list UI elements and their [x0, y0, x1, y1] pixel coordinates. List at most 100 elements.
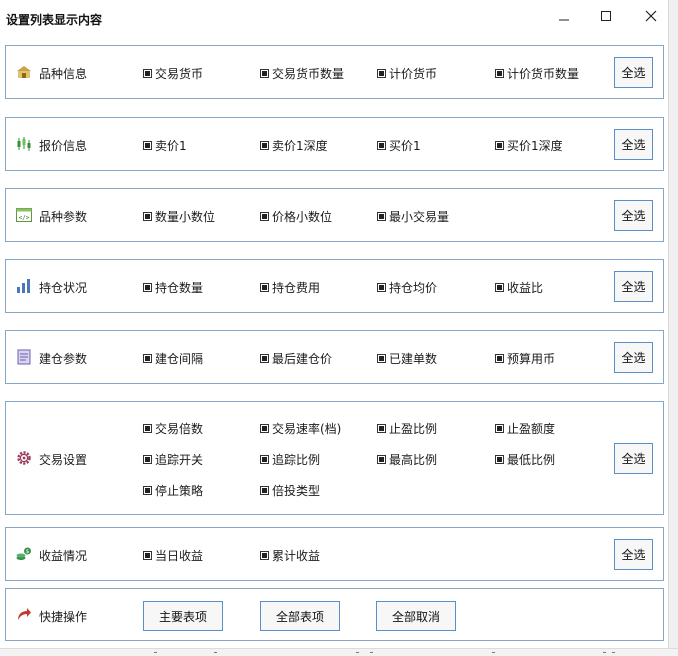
checkbox-checked-icon[interactable] — [143, 455, 152, 464]
checkbox-trade-0-1[interactable]: 交易速率(档) — [260, 420, 341, 437]
checkbox-label: 买价1深度 — [507, 139, 563, 153]
checkbox-checked-icon[interactable] — [143, 212, 152, 221]
group-label-quote: 报价信息 — [39, 139, 88, 153]
checkbox-checked-icon[interactable] — [495, 283, 504, 292]
checkbox-checked-icon[interactable] — [260, 283, 269, 292]
group-trade: 交易设置 交易倍数 交易速率(档) 止盈比例 止盈额度追踪开关 追踪比例 最高比例 最低比例停… — [5, 401, 664, 515]
checkbox-build-0-1[interactable]: 最后建仓价 — [260, 350, 332, 367]
checkbox-checked-icon[interactable] — [495, 455, 504, 464]
checkbox-position-0-2[interactable]: 持仓均价 — [377, 279, 437, 296]
close-icon — [645, 10, 657, 22]
checkbox-params-0-2[interactable]: 最小交易量 — [377, 208, 449, 225]
bar-chart-icon — [17, 279, 30, 293]
checkbox-trade-0-2[interactable]: 止盈比例 — [377, 420, 437, 437]
checkbox-trade-1-3[interactable]: 最低比例 — [495, 451, 555, 468]
checkbox-label: 交易倍数 — [155, 422, 204, 436]
checkbox-params-0-1[interactable]: 价格小数位 — [260, 208, 332, 225]
checkbox-quote-0-3[interactable]: 买价1深度 — [495, 137, 563, 154]
minimize-button[interactable] — [550, 6, 578, 26]
group-label-params: 品种参数 — [39, 210, 88, 224]
select-all-button-trade[interactable]: 全选 — [614, 443, 653, 474]
checkbox-quote-0-0[interactable]: 卖价1 — [143, 137, 187, 154]
checkbox-checked-icon[interactable] — [377, 354, 386, 363]
select-all-button-params[interactable]: 全选 — [614, 200, 653, 231]
checkbox-checked-icon[interactable] — [260, 551, 269, 560]
checkbox-checked-icon[interactable] — [260, 141, 269, 150]
checkbox-build-0-0[interactable]: 建仓间隔 — [143, 350, 203, 367]
checkbox-checked-icon[interactable] — [143, 424, 152, 433]
candlestick-icon — [17, 137, 31, 151]
checkbox-label: 止盈比例 — [389, 422, 438, 436]
checkbox-trade-2-1[interactable]: 倍投类型 — [260, 482, 320, 499]
checkbox-label: 倍投类型 — [272, 484, 321, 498]
checkbox-checked-icon[interactable] — [495, 69, 504, 78]
checkbox-variety-0-1[interactable]: 交易货币数量 — [260, 65, 344, 82]
checkbox-quote-0-1[interactable]: 卖价1深度 — [260, 137, 328, 154]
checkbox-variety-0-0[interactable]: 交易货币 — [143, 65, 203, 82]
checkbox-trade-1-2[interactable]: 最高比例 — [377, 451, 437, 468]
checkbox-checked-icon[interactable] — [143, 69, 152, 78]
select-all-button-build[interactable]: 全选 — [614, 342, 653, 373]
select-all-button-quote[interactable]: 全选 — [614, 129, 653, 160]
main-items-button[interactable]: 主要表项 — [143, 601, 223, 631]
checkbox-checked-icon[interactable] — [377, 424, 386, 433]
checkbox-trade-1-1[interactable]: 追踪比例 — [260, 451, 320, 468]
checkbox-checked-icon[interactable] — [495, 141, 504, 150]
checkbox-label: 交易速率(档) — [272, 422, 342, 436]
building-icon — [17, 66, 31, 78]
checkbox-build-0-2[interactable]: 已建单数 — [377, 350, 437, 367]
window-right-edge — [668, 0, 678, 655]
checkbox-params-0-0[interactable]: 数量小数位 — [143, 208, 215, 225]
select-all-button-position[interactable]: 全选 — [614, 271, 653, 302]
checkbox-income-0-0[interactable]: 当日收益 — [143, 547, 203, 564]
cancel-all-button[interactable]: 全部取消 — [376, 601, 456, 631]
checkbox-checked-icon[interactable] — [143, 486, 152, 495]
checkbox-checked-icon[interactable] — [143, 354, 152, 363]
checkbox-checked-icon[interactable] — [260, 486, 269, 495]
checkbox-checked-icon[interactable] — [495, 354, 504, 363]
checkbox-checked-icon[interactable] — [260, 424, 269, 433]
checkbox-checked-icon[interactable] — [260, 354, 269, 363]
checkbox-checked-icon[interactable] — [377, 69, 386, 78]
checkbox-checked-icon[interactable] — [143, 551, 152, 560]
checkbox-label: 计价货币数量 — [507, 67, 580, 81]
checkbox-label: 卖价1 — [155, 139, 187, 153]
checkbox-checked-icon[interactable] — [143, 283, 152, 292]
group-label-trade: 交易设置 — [39, 453, 88, 467]
checkbox-variety-0-3[interactable]: 计价货币数量 — [495, 65, 579, 82]
checkbox-checked-icon[interactable] — [260, 69, 269, 78]
checkbox-checked-icon[interactable] — [143, 141, 152, 150]
checkbox-checked-icon[interactable] — [495, 424, 504, 433]
checkbox-checked-icon[interactable] — [377, 141, 386, 150]
checkbox-label: 最高比例 — [389, 453, 438, 467]
checkbox-income-0-1[interactable]: 累计收益 — [260, 547, 320, 564]
checkbox-build-0-3[interactable]: 预算用币 — [495, 350, 555, 367]
checkbox-variety-0-2[interactable]: 计价货币 — [377, 65, 437, 82]
checkbox-checked-icon[interactable] — [377, 455, 386, 464]
checkbox-checked-icon[interactable] — [377, 283, 386, 292]
checkbox-label: 止盈额度 — [507, 422, 556, 436]
checkbox-trade-0-0[interactable]: 交易倍数 — [143, 420, 203, 437]
select-all-button-income[interactable]: 全选 — [614, 539, 653, 570]
close-button[interactable] — [637, 6, 665, 26]
checkbox-quote-0-2[interactable]: 买价1 — [377, 137, 421, 154]
forward-arrow-icon — [18, 608, 31, 620]
all-items-button[interactable]: 全部表项 — [260, 601, 340, 631]
checkbox-trade-0-3[interactable]: 止盈额度 — [495, 420, 555, 437]
checkbox-position-0-1[interactable]: 持仓费用 — [260, 279, 320, 296]
select-all-button-variety[interactable]: 全选 — [614, 57, 653, 88]
quick-actions-label: 快捷操作 — [39, 610, 88, 624]
maximize-button[interactable] — [592, 6, 620, 26]
checkbox-label: 最低比例 — [507, 453, 556, 467]
checkbox-label: 追踪开关 — [155, 453, 204, 467]
checkbox-label: 持仓费用 — [272, 281, 321, 295]
checkbox-checked-icon[interactable] — [377, 212, 386, 221]
group-build: 建仓参数 建仓间隔 最后建仓价 已建单数 预算用币 全选 — [5, 330, 664, 384]
checkbox-checked-icon[interactable] — [260, 455, 269, 464]
checkbox-position-0-0[interactable]: 持仓数量 — [143, 279, 203, 296]
checkbox-checked-icon[interactable] — [260, 212, 269, 221]
checkbox-position-0-3[interactable]: 收益比 — [495, 279, 543, 296]
checkbox-trade-1-0[interactable]: 追踪开关 — [143, 451, 203, 468]
checkbox-trade-2-0[interactable]: 停止策略 — [143, 482, 203, 499]
checkbox-label: 追踪比例 — [272, 453, 321, 467]
